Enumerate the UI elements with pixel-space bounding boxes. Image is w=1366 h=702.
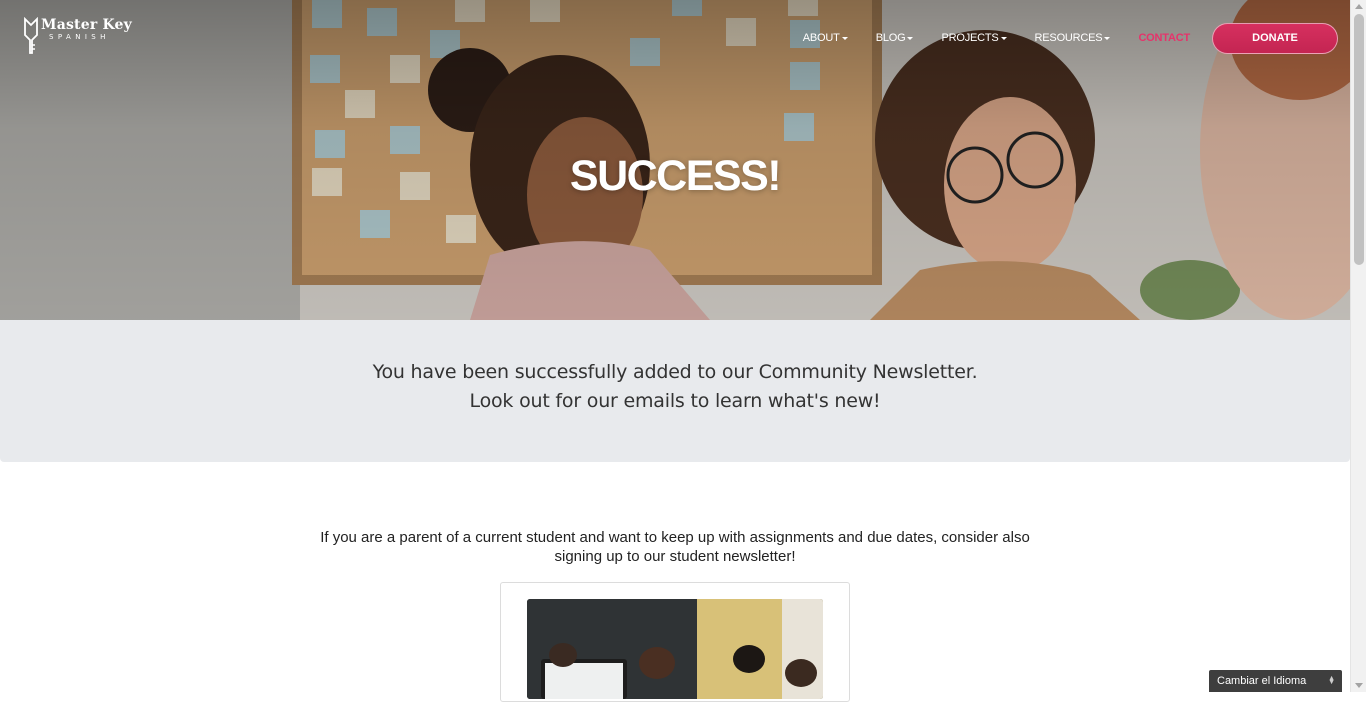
nav-item-about[interactable]: ABOUT	[789, 22, 862, 54]
student-newsletter-card[interactable]	[500, 582, 850, 702]
logo-subtitle: SPANISH	[49, 33, 110, 41]
nav-item-resources[interactable]: RESOURCES	[1021, 22, 1125, 54]
confirmation-banner: You have been successfully added to our …	[0, 320, 1350, 462]
chevron-down-icon	[907, 37, 914, 40]
donate-button[interactable]: DONATE	[1212, 22, 1338, 54]
nav-item-label: BLOG	[875, 32, 906, 44]
scroll-down-icon[interactable]	[1355, 683, 1363, 688]
student-newsletter-image	[527, 599, 823, 699]
confirmation-line-2: Look out for our emails to learn what's …	[469, 390, 881, 412]
scrollbar-thumb[interactable]	[1354, 14, 1364, 265]
key-icon	[24, 17, 38, 54]
logo-wordmark: Master Key SPANISH	[41, 17, 132, 41]
chevron-down-icon	[841, 37, 848, 40]
page-scrollbar[interactable]	[1350, 0, 1366, 692]
nav-item-projects[interactable]: PROJECTS	[927, 22, 1020, 54]
language-selector-label: Cambiar el Idioma	[1217, 675, 1307, 687]
nav-item-label: PROJECTS	[941, 32, 999, 44]
parent-newsletter-note: If you are a parent of a current student…	[320, 529, 1030, 565]
updown-icon: ▲ ▼	[1328, 675, 1335, 686]
logo-title: Master Key	[41, 17, 132, 33]
chevron-down-icon	[1104, 37, 1111, 40]
page-title: SUCCESS!	[569, 152, 782, 200]
nav-item-label: RESOURCES	[1034, 32, 1103, 44]
hero-section: Master Key SPANISH ABOUT BLOG PROJECTS R…	[0, 0, 1350, 320]
site-logo[interactable]: Master Key SPANISH	[23, 17, 132, 55]
confirmation-line-1: You have been successfully added to our …	[372, 361, 978, 383]
nav-item-contact[interactable]: CONTACT	[1124, 22, 1204, 54]
language-selector[interactable]: Cambiar el Idioma ▲ ▼	[1209, 670, 1342, 692]
nav-item-label: ABOUT	[802, 32, 840, 44]
nav-item-blog[interactable]: BLOG	[862, 22, 928, 54]
chevron-down-icon	[1000, 37, 1007, 40]
main-nav: ABOUT BLOG PROJECTS RESOURCES CONTACT DO…	[789, 22, 1338, 54]
scroll-up-icon[interactable]	[1355, 4, 1363, 9]
nav-item-label: CONTACT	[1138, 32, 1190, 44]
